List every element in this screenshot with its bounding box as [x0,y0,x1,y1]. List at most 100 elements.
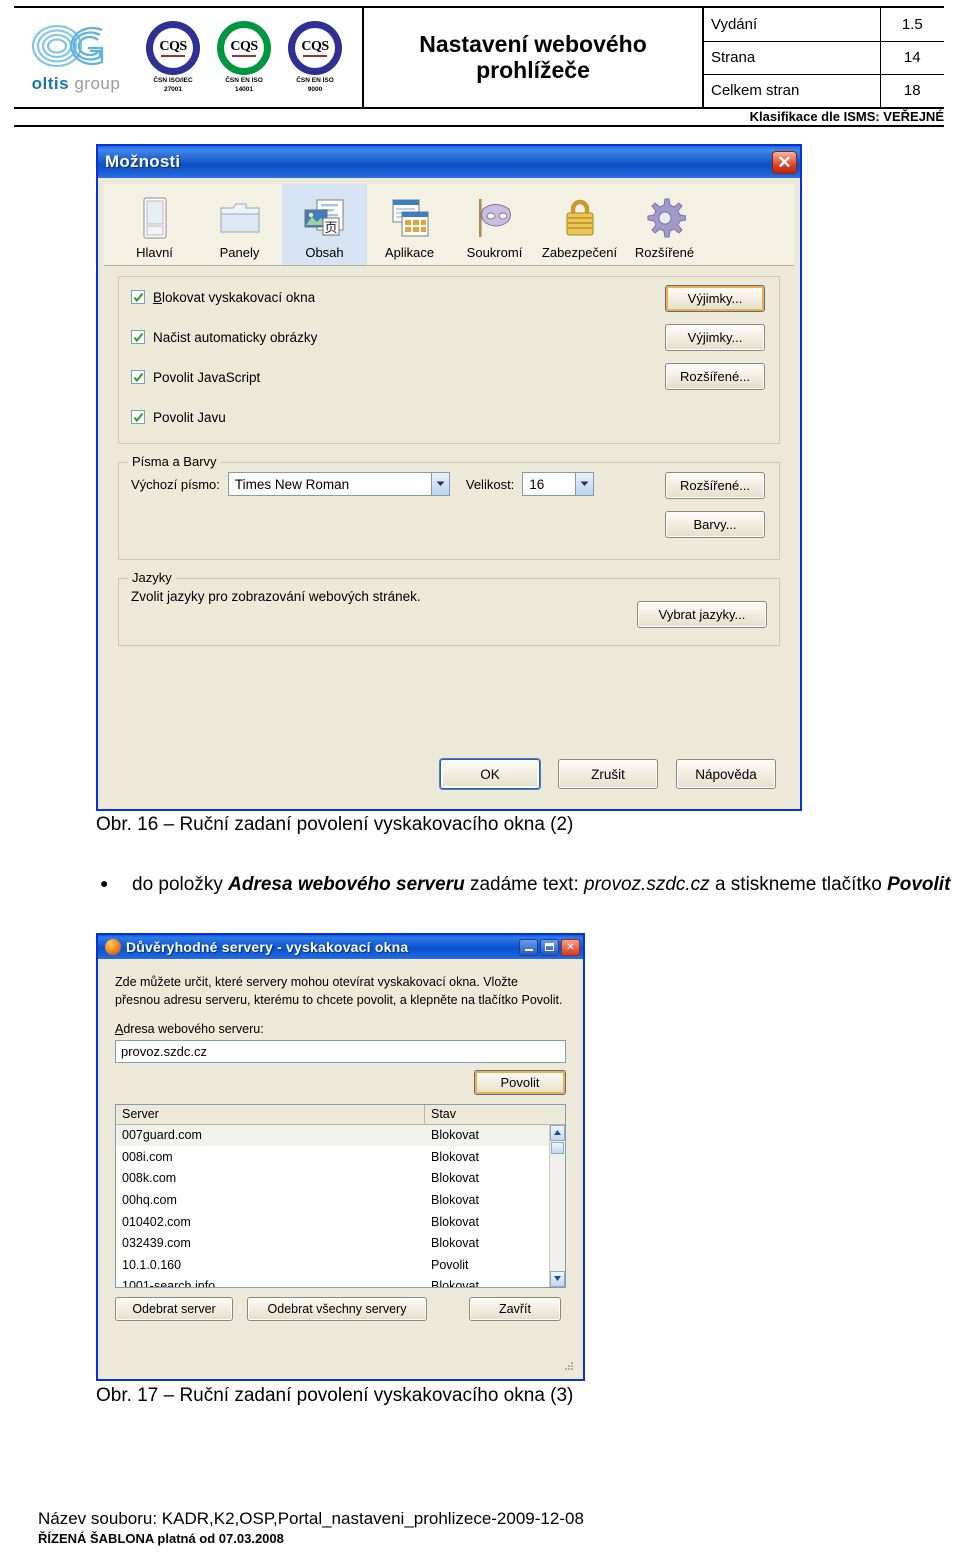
checkbox-icon[interactable] [131,370,145,384]
cancel-button[interactable]: Zrušit [558,759,658,789]
options-titlebar[interactable]: Možnosti ✕ [98,146,800,178]
tab-label: Rozšířené [634,245,695,260]
table-row[interactable]: 008k.com Blokovat [116,1168,565,1190]
table-row[interactable]: 007guard.com Blokovat [116,1124,565,1147]
og-monogram-icon [20,21,132,73]
default-font-select[interactable]: Times New Roman [227,472,450,496]
scroll-down-icon[interactable] [550,1270,565,1287]
tab-soukromi[interactable]: Soukromí [452,184,537,265]
help-button[interactable]: Nápověda [676,759,776,789]
meta-key-0: Vydání [704,8,881,42]
cqs-seal-icon: CQS [288,21,342,76]
table-row[interactable]: 032439.com Blokovat [116,1232,565,1254]
trusted-servers-dialog: Důvěryhodné servery - vyskakovací okna ✕… [97,934,584,1380]
scrollbar-thumb[interactable] [551,1141,564,1154]
address-input[interactable]: provoz.szdc.cz [115,1039,566,1063]
resize-gripper[interactable] [564,1361,574,1371]
meta-row: Vydání 1.5 [704,8,944,42]
column-header-status[interactable]: Stav [425,1105,565,1124]
gear-icon [644,193,686,243]
certification-logos: CQS ČSN ISO/IEC 27001 CQS ČSN EN ISO 140… [132,21,346,93]
javascript-advanced-button[interactable]: Rozšířené... [665,363,765,390]
cert-caption-1-line1: ČSN EN ISO [225,77,263,85]
popup-exceptions-button[interactable]: Výjimky... [665,285,765,312]
close-icon[interactable]: ✕ [561,938,580,956]
font-size-select[interactable]: 16 [522,472,595,496]
address-input-value: provoz.szdc.cz [121,1043,207,1059]
servers-footer-buttons: Odebrat server Odebrat všechny servery Z… [115,1296,566,1321]
bullet-part2: zadáme text: [464,874,585,895]
options-footer-buttons: OK Zrušit Nápověda [440,759,776,789]
cell-status: Blokovat [431,1236,479,1251]
choose-languages-button[interactable]: Vybrat jazyky... [637,601,767,628]
table-row[interactable]: 010402.com Blokovat [116,1211,565,1233]
meta-row: Strana 14 [704,40,944,75]
table-row[interactable]: 1001-search.info Blokovat [116,1276,565,1287]
table-row[interactable]: 00hq.com Blokovat [116,1189,565,1211]
options-title: Možnosti [105,152,181,171]
font-size-label: Velikost: [465,476,515,492]
cell-status: Blokovat [431,1171,479,1186]
padlock-icon [562,193,598,243]
folder-icon [219,193,261,243]
chevron-down-icon[interactable] [575,473,594,495]
bullet-part1: do položky [132,874,229,895]
bullet-part3: a stiskneme tlačítko [709,874,888,895]
tab-obsah[interactable]: 页 Obsah [282,184,367,265]
cell-server: 032439.com [122,1236,191,1251]
cert-logo-1: CQS ČSN EN ISO 14001 [213,21,275,93]
meta-key-2: Celkem stran [704,73,881,107]
tab-panely[interactable]: Panely [197,184,282,265]
cell-status: Blokovat [431,1214,479,1229]
chevron-down-icon[interactable] [430,473,449,495]
remove-all-servers-button[interactable]: Odebrat všechny servery [247,1296,427,1321]
table-row[interactable]: 10.1.0.160 Povolit [116,1254,565,1276]
servers-list-header: Server Stav [116,1104,565,1125]
allow-button[interactable]: Povolit [474,1069,566,1095]
meta-value-0: 1.5 [879,8,944,42]
ok-button[interactable]: OK [440,759,540,789]
servers-list[interactable]: Server Stav 007guard.com Blokovat 008i.c… [115,1103,566,1288]
cell-server: 1001-search.info [122,1279,216,1287]
document-footer: Název souboru: KADR,K2,OSP,Portal_nastav… [38,1509,584,1546]
tab-hlavni[interactable]: Hlavní [112,184,197,265]
checkbox-row-enable-java[interactable]: Povolit Javu [119,397,779,437]
cqs-seal-icon: CQS [146,21,200,76]
tab-aplikace[interactable]: Aplikace [367,184,452,265]
close-button[interactable]: Zavřít [469,1296,561,1321]
footer-filename: Název souboru: KADR,K2,OSP,Portal_nastav… [38,1509,584,1528]
fonts-advanced-button[interactable]: Rozšířené... [665,472,765,499]
tab-zabezpeceni[interactable]: Zabezpečení [537,184,622,265]
tab-label: Zabezpečení [541,245,618,260]
column-header-server[interactable]: Server [116,1104,425,1124]
checkbox-icon[interactable] [131,410,145,424]
checkbox-icon[interactable] [131,290,145,304]
oltis-group-wordmark: oltis group [20,74,132,94]
scroll-up-icon[interactable] [550,1124,565,1141]
checkbox-icon[interactable] [131,330,145,344]
logo-word-light: group [74,74,121,93]
checkbox-label: Povolit Javu [153,409,226,425]
image-exceptions-button[interactable]: Výjimky... [665,324,765,351]
colors-button[interactable]: Barvy... [665,511,765,538]
cell-server: 008i.com [122,1149,173,1164]
bullet-emph2: provoz.szdc.cz [584,874,710,895]
maximize-icon[interactable] [540,938,559,956]
minimize-icon[interactable] [519,938,538,956]
document-title-line1: Nastavení webového [419,30,647,57]
languages-group: Jazyky Zvolit jazyky pro zobrazování web… [118,570,780,646]
table-row[interactable]: 008i.com Blokovat [116,1146,565,1168]
remove-server-button[interactable]: Odebrat server [115,1296,233,1321]
checkbox-label: Povolit JavaScript [153,369,261,385]
cert-caption-0-line1: ČSN ISO/IEC [153,77,193,85]
languages-legend: Jazyky [128,570,176,585]
close-icon[interactable]: ✕ [772,150,797,174]
tab-rozsirene[interactable]: Rozšířené [622,184,707,265]
list-scrollbar[interactable] [549,1124,565,1287]
document-title-line2: prohlížeče [476,56,590,83]
servers-title: Důvěryhodné servery - vyskakovací okna [126,939,409,955]
bullet-emph1: Adresa webového serveru [228,874,465,895]
tab-label: Hlavní [136,245,173,260]
servers-titlebar[interactable]: Důvěryhodné servery - vyskakovací okna ✕ [98,935,583,959]
cell-server: 008k.com [122,1171,177,1186]
